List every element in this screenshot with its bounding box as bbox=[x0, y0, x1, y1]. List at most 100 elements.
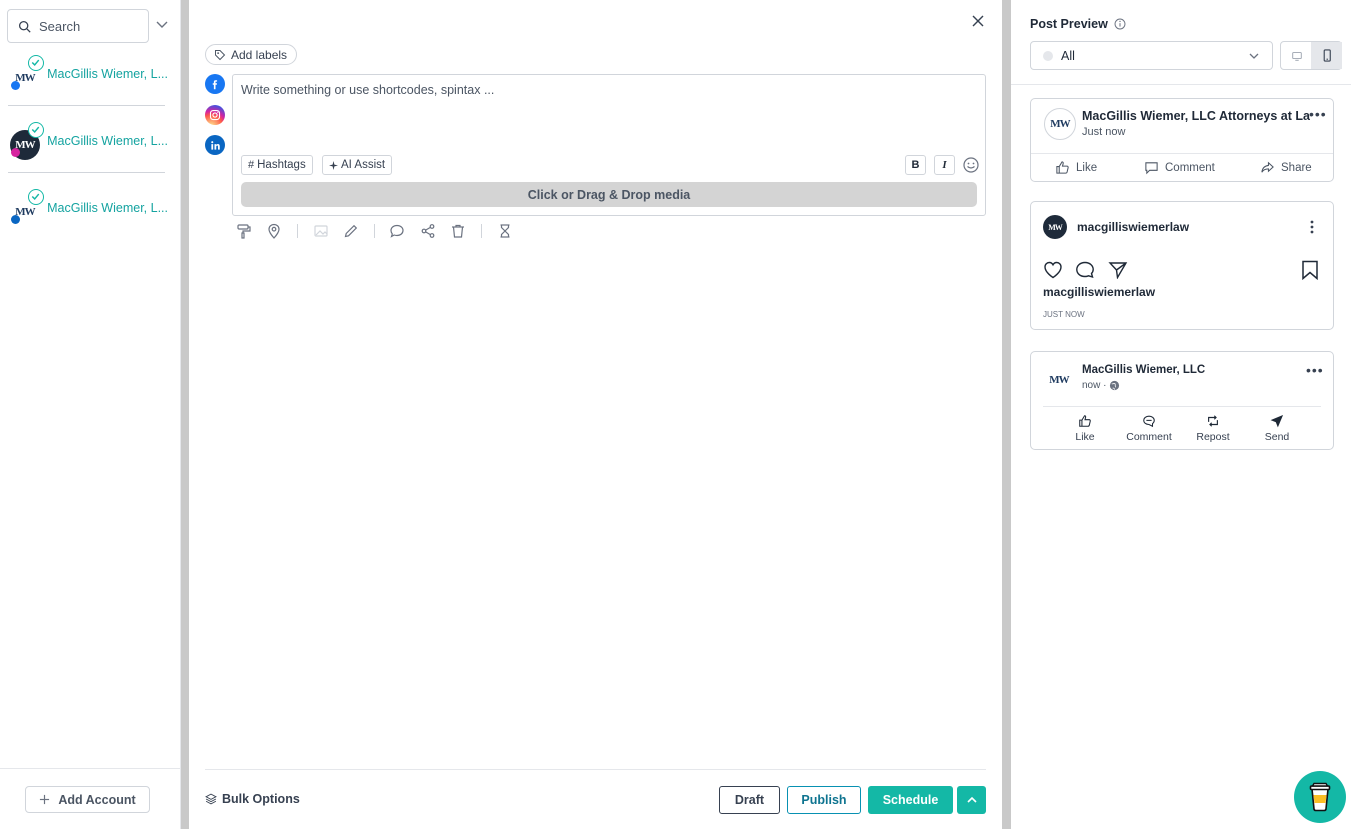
comment-bubble-icon[interactable] bbox=[1075, 261, 1095, 279]
mobile-view-button[interactable] bbox=[1311, 42, 1342, 69]
li-time-text: now · bbox=[1082, 380, 1107, 391]
divider bbox=[205, 769, 986, 770]
fb-like-button[interactable]: Like bbox=[1055, 160, 1097, 175]
emoji-icon[interactable] bbox=[962, 156, 980, 174]
li-like-button[interactable]: Like bbox=[1055, 414, 1115, 443]
draft-button[interactable]: Draft bbox=[719, 786, 780, 814]
ig-avatar: MW bbox=[1043, 215, 1067, 239]
li-post-time: now · bbox=[1082, 380, 1120, 391]
post-editor: Add labels # Hashtags AI Assist B I Clic… bbox=[189, 0, 1002, 829]
add-labels-label: Add labels bbox=[231, 47, 288, 62]
publish-label: Publish bbox=[801, 793, 847, 807]
li-comment-button[interactable]: Comment bbox=[1119, 414, 1179, 443]
status-dot bbox=[1043, 50, 1053, 61]
comment-icon bbox=[1145, 162, 1158, 175]
account-item-linkedin[interactable]: MW MacGillis Wiemer, L... bbox=[8, 188, 168, 228]
ai-assist-label: AI Assist bbox=[341, 159, 386, 171]
fb-comment-button[interactable]: Comment bbox=[1144, 160, 1215, 175]
divider bbox=[481, 224, 482, 238]
schedule-button[interactable]: Schedule bbox=[868, 786, 953, 814]
search-box[interactable] bbox=[7, 9, 149, 43]
preview-network-select[interactable]: All bbox=[1030, 41, 1273, 70]
share-icon[interactable] bbox=[420, 223, 436, 239]
schedule-label: Schedule bbox=[882, 793, 939, 807]
desktop-icon bbox=[1291, 51, 1302, 61]
account-item-instagram[interactable]: MW MacGillis Wiemer, L... bbox=[8, 121, 168, 161]
thumbs-up-icon bbox=[1056, 161, 1069, 174]
account-avatar: MW bbox=[8, 122, 44, 160]
search-icon bbox=[18, 20, 31, 33]
plus-icon bbox=[40, 794, 50, 805]
facebook-icon[interactable] bbox=[205, 74, 225, 94]
close-icon[interactable] bbox=[970, 13, 986, 29]
publish-button[interactable]: Publish bbox=[787, 786, 861, 814]
comment-icon bbox=[1143, 415, 1155, 428]
bold-button[interactable]: B bbox=[905, 155, 926, 175]
fb-page-name: MacGillis Wiemer, LLC Attorneys at Law bbox=[1082, 109, 1310, 123]
add-account-label: Add Account bbox=[58, 792, 136, 807]
li-comment-label: Comment bbox=[1126, 431, 1172, 443]
divider bbox=[8, 105, 165, 106]
media-dropzone[interactable]: Click or Drag & Drop media bbox=[241, 182, 977, 207]
italic-button[interactable]: I bbox=[934, 155, 955, 175]
media-dropzone-label: Click or Drag & Drop media bbox=[527, 187, 691, 202]
page-avatar: MW bbox=[1044, 108, 1076, 140]
location-pin-icon[interactable] bbox=[266, 223, 282, 239]
chevron-down-icon bbox=[1249, 53, 1259, 59]
instagram-badge-icon bbox=[11, 148, 20, 157]
more-options-icon[interactable]: ••• bbox=[1306, 362, 1324, 378]
fb-like-label: Like bbox=[1076, 161, 1098, 174]
post-text-input[interactable] bbox=[241, 83, 971, 153]
thumbs-up-icon bbox=[1079, 415, 1091, 427]
search-input[interactable] bbox=[39, 18, 139, 34]
hourglass-icon[interactable] bbox=[497, 223, 513, 239]
add-labels-button[interactable]: Add labels bbox=[205, 44, 298, 65]
instagram-preview-card: MW macgilliswiemerlaw macgilliswiemerlaw… bbox=[1030, 201, 1334, 330]
li-repost-button[interactable]: Repost bbox=[1183, 414, 1243, 443]
ig-caption-username: macgilliswiemerlaw bbox=[1043, 285, 1156, 299]
account-item-facebook[interactable]: MW MacGillis Wiemer, L... bbox=[8, 54, 168, 94]
pencil-icon[interactable] bbox=[343, 223, 359, 239]
trash-icon[interactable] bbox=[450, 223, 466, 239]
send-icon[interactable] bbox=[1108, 261, 1128, 279]
facebook-badge-icon bbox=[11, 81, 20, 90]
desktop-view-button[interactable] bbox=[1281, 42, 1312, 69]
layers-icon bbox=[205, 793, 217, 805]
post-preview-panel: Post Preview All MW MacGillis Wiemer, LL… bbox=[1011, 0, 1351, 829]
add-account-button[interactable]: Add Account bbox=[25, 786, 150, 813]
fb-share-button[interactable]: Share bbox=[1260, 160, 1312, 175]
linkedin-icon[interactable] bbox=[205, 135, 225, 155]
sparkle-icon bbox=[329, 160, 338, 170]
heart-icon[interactable] bbox=[1043, 261, 1063, 279]
account-name: MacGillis Wiemer, L... bbox=[47, 67, 168, 81]
vertical-dots-icon[interactable] bbox=[1307, 219, 1317, 235]
schedule-options-button[interactable] bbox=[957, 786, 986, 814]
facebook-preview-card: MW MacGillis Wiemer, LLC Attorneys at La… bbox=[1030, 98, 1334, 182]
hashtags-label: Hashtags bbox=[257, 159, 306, 171]
image-icon[interactable] bbox=[313, 223, 329, 239]
chevron-down-icon[interactable] bbox=[155, 18, 169, 32]
support-button[interactable] bbox=[1294, 771, 1346, 823]
instagram-icon[interactable] bbox=[205, 105, 225, 125]
divider bbox=[374, 224, 375, 238]
account-name: MacGillis Wiemer, L... bbox=[47, 201, 168, 215]
li-send-label: Send bbox=[1264, 431, 1290, 443]
chevron-up-icon bbox=[966, 796, 977, 803]
paint-roller-icon[interactable] bbox=[236, 223, 252, 239]
coffee-cup-icon bbox=[1309, 782, 1331, 812]
info-icon[interactable] bbox=[1114, 18, 1126, 30]
comment-icon[interactable] bbox=[389, 223, 405, 239]
account-name: MacGillis Wiemer, L... bbox=[47, 134, 168, 148]
bookmark-icon[interactable] bbox=[1301, 260, 1319, 280]
selected-check-icon bbox=[28, 55, 44, 71]
li-company-name: MacGillis Wiemer, LLC bbox=[1082, 364, 1206, 376]
ai-assist-button[interactable]: AI Assist bbox=[322, 155, 393, 175]
backdrop bbox=[181, 0, 189, 829]
linkedin-preview-card: MW MacGillis Wiemer, LLC now · ••• Like … bbox=[1030, 351, 1334, 450]
hashtags-button[interactable]: # Hashtags bbox=[241, 155, 313, 175]
bold-label: B bbox=[911, 159, 920, 171]
bulk-options-button[interactable]: Bulk Options bbox=[205, 792, 300, 806]
draft-label: Draft bbox=[734, 793, 765, 807]
li-send-button[interactable]: Send bbox=[1247, 414, 1307, 443]
more-options-icon[interactable]: ••• bbox=[1309, 106, 1327, 122]
